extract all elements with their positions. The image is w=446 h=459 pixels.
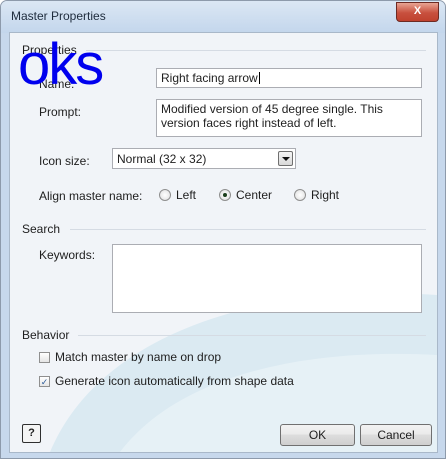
generate-icon-label: Generate icon automatically from shape d… — [55, 374, 294, 388]
align-right-radio[interactable]: Right — [294, 188, 339, 202]
generate-icon-checkbox[interactable]: ✓ Generate icon automatically from shape… — [39, 374, 294, 388]
align-right-label: Right — [311, 188, 340, 202]
dialog-title: Master Properties — [11, 9, 106, 23]
icon-size-label: Icon size: — [39, 154, 90, 168]
behavior-section-label: Behavior — [22, 328, 70, 342]
help-icon: ? — [28, 427, 35, 439]
icon-size-select[interactable]: Normal (32 x 32) — [112, 148, 296, 169]
title-bar[interactable]: Master Properties X — [1, 1, 445, 33]
match-master-label: Match master by name on drop — [55, 350, 222, 364]
keywords-label: Keywords: — [39, 248, 96, 262]
behavior-divider — [78, 335, 426, 336]
radio-circle — [294, 189, 306, 201]
cancel-button[interactable]: Cancel — [360, 424, 432, 446]
align-left-radio[interactable]: Left — [159, 188, 196, 202]
align-left-label: Left — [176, 188, 197, 202]
match-master-checkbox[interactable]: Match master by name on drop — [39, 350, 221, 364]
align-center-label: Center — [236, 188, 273, 202]
keywords-field[interactable] — [112, 244, 422, 313]
ok-button[interactable]: OK — [280, 424, 355, 446]
search-divider — [70, 229, 426, 230]
radio-circle — [159, 189, 171, 201]
close-icon: X — [413, 5, 422, 17]
radio-circle-selected — [219, 189, 231, 201]
align-center-radio[interactable]: Center — [219, 188, 272, 202]
prompt-field[interactable]: Modified version of 45 degree single. Th… — [156, 99, 422, 137]
icon-size-value: Normal (32 x 32) — [117, 152, 207, 166]
help-button[interactable]: ? — [22, 424, 41, 443]
chevron-down-icon[interactable] — [278, 151, 293, 166]
name-field[interactable]: Right facing arrow — [156, 68, 422, 88]
text-cursor — [258, 72, 260, 84]
prompt-label: Prompt: — [39, 105, 82, 119]
align-master-name-label: Align master name: — [39, 189, 143, 203]
overlay-watermark-text: oks — [18, 32, 104, 97]
search-section-label: Search — [22, 222, 61, 236]
properties-divider — [86, 50, 426, 51]
name-value: Right facing arrow — [161, 71, 258, 85]
checkbox-box — [39, 351, 50, 363]
close-button[interactable]: X — [396, 2, 439, 22]
checkmark-icon: ✓ — [39, 375, 50, 387]
